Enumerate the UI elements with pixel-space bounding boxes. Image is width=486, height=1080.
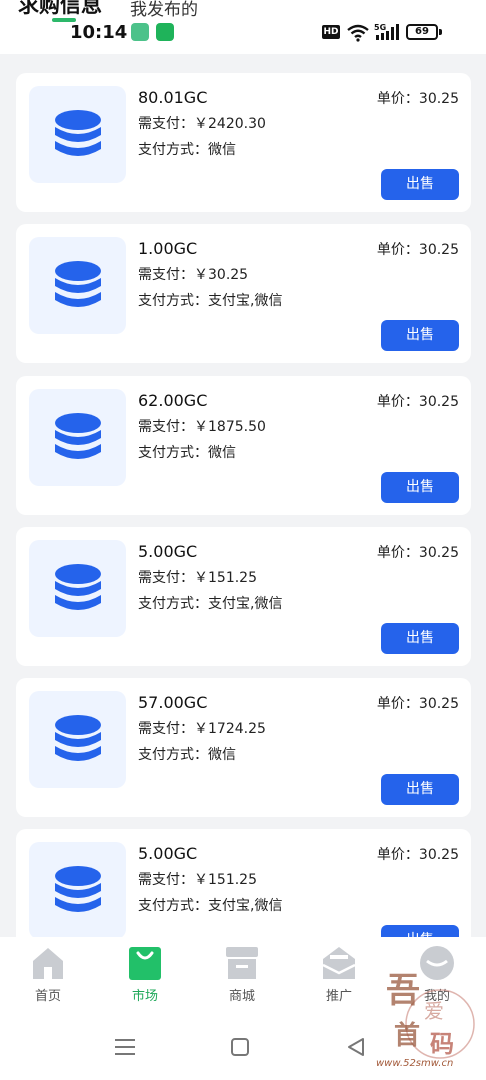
signal-icon: 5G (374, 23, 399, 40)
profile-icon (420, 946, 454, 980)
menu-icon[interactable] (114, 1037, 136, 1057)
listing-unit-price: 单价：30.25 (376, 91, 459, 107)
status-time: 10:14 (70, 22, 128, 43)
listing-amount: 5.00GC (138, 844, 198, 863)
nav-home-label: 首页 (34, 989, 61, 1004)
battery-icon: 69 (406, 24, 438, 40)
sell-button[interactable]: 出售 (381, 623, 459, 654)
sell-button[interactable]: 出售 (381, 472, 459, 503)
coin-thumbnail (29, 237, 126, 334)
listing-amount: 80.01GC (138, 88, 208, 107)
hd-icon: HD (322, 25, 340, 39)
nav-home[interactable]: 首页 (18, 945, 78, 1004)
nav-promote-label: 推广 (325, 989, 352, 1004)
phone-notification-icon (156, 23, 174, 41)
nav-mine-label: 我的 (423, 989, 450, 1004)
listing-pay-method: 支付方式：支付宝,微信 (138, 898, 283, 914)
nav-mine[interactable]: 我的 (407, 945, 467, 1004)
nav-mall[interactable]: 商城 (212, 945, 272, 1004)
listing-need-pay: 需支付：￥151.25 (138, 570, 257, 586)
coins-stack-icon (55, 413, 101, 459)
coin-thumbnail (29, 540, 126, 637)
listing-card[interactable]: 62.00GC 需支付：￥1875.50 支付方式：微信 单价：30.25 出售 (16, 376, 471, 515)
listing-unit-price: 单价：30.25 (376, 696, 459, 712)
home-square-icon[interactable] (230, 1037, 250, 1057)
coins-stack-icon (55, 866, 101, 912)
shopping-bag-icon (129, 947, 161, 980)
listing-amount: 57.00GC (138, 693, 208, 712)
coin-thumbnail (29, 86, 126, 183)
system-nav-bar (0, 1017, 486, 1080)
listing-list[interactable]: 80.01GC 需支付：￥2420.30 支付方式：微信 单价：30.25 出售… (0, 54, 486, 937)
coins-stack-icon (55, 261, 101, 307)
listing-unit-price: 单价：30.25 (376, 545, 459, 561)
nav-market-label: 市场 (131, 989, 158, 1004)
coins-stack-icon (55, 110, 101, 156)
listing-need-pay: 需支付：￥1724.25 (138, 721, 266, 737)
listing-amount: 5.00GC (138, 542, 198, 561)
listing-amount: 1.00GC (138, 239, 198, 258)
listing-amount: 62.00GC (138, 391, 208, 410)
nav-mall-label: 商城 (228, 989, 255, 1004)
listing-need-pay: 需支付：￥1875.50 (138, 419, 266, 435)
listing-unit-price: 单价：30.25 (376, 242, 459, 258)
listing-unit-price: 单价：30.25 (376, 394, 459, 410)
listing-card[interactable]: 80.01GC 需支付：￥2420.30 支付方式：微信 单价：30.25 出售 (16, 73, 471, 212)
listing-card[interactable]: 1.00GC 需支付：￥30.25 支付方式：支付宝,微信 单价：30.25 出… (16, 224, 471, 363)
tab-my-posts[interactable]: 我发布的 (130, 0, 198, 22)
nav-market[interactable]: 市场 (115, 945, 175, 1004)
listing-unit-price: 单价：30.25 (376, 847, 459, 863)
coin-thumbnail (29, 691, 126, 788)
listing-pay-method: 支付方式：支付宝,微信 (138, 596, 283, 612)
listing-card[interactable]: 5.00GC 需支付：￥151.25 支付方式：支付宝,微信 单价：30.25 … (16, 527, 471, 666)
listing-pay-method: 支付方式：微信 (138, 445, 236, 461)
coin-thumbnail (29, 389, 126, 486)
download-notification-icon (131, 23, 149, 41)
coins-stack-icon (55, 715, 101, 761)
sell-button[interactable]: 出售 (381, 774, 459, 805)
app-screen: 求购信息 我发布的 10:14 HD 5G 69 80.01GC 需支付：￥24… (0, 0, 486, 1080)
listing-pay-method: 支付方式：支付宝,微信 (138, 293, 283, 309)
battery-tip (439, 29, 442, 35)
coin-thumbnail (29, 842, 126, 937)
bottom-nav: 首页 市场 商城 推广 我的 (0, 937, 486, 1017)
coins-stack-icon (55, 564, 101, 610)
header: 求购信息 我发布的 10:14 HD 5G 69 (0, 0, 486, 54)
sell-button[interactable]: 出售 (381, 925, 459, 937)
listing-card[interactable]: 57.00GC 需支付：￥1724.25 支付方式：微信 单价：30.25 出售 (16, 678, 471, 817)
envelope-icon (322, 947, 356, 979)
listing-pay-method: 支付方式：微信 (138, 747, 236, 763)
store-icon (226, 947, 258, 979)
listing-card[interactable]: 5.00GC 需支付：￥151.25 支付方式：支付宝,微信 单价：30.25 … (16, 829, 471, 937)
svg-text:5G: 5G (374, 23, 386, 32)
back-icon[interactable] (346, 1037, 366, 1057)
home-icon (33, 948, 63, 979)
tab-buy-requests[interactable]: 求购信息 (18, 0, 102, 17)
listing-need-pay: 需支付：￥2420.30 (138, 116, 266, 132)
sell-button[interactable]: 出售 (381, 320, 459, 351)
sell-button[interactable]: 出售 (381, 169, 459, 200)
nav-promote[interactable]: 推广 (309, 945, 369, 1004)
wifi-icon (347, 24, 369, 42)
watermark-url: www.52smw.cn (376, 1058, 454, 1069)
listing-pay-method: 支付方式：微信 (138, 142, 236, 158)
listing-need-pay: 需支付：￥30.25 (138, 267, 249, 283)
listing-need-pay: 需支付：￥151.25 (138, 872, 257, 888)
